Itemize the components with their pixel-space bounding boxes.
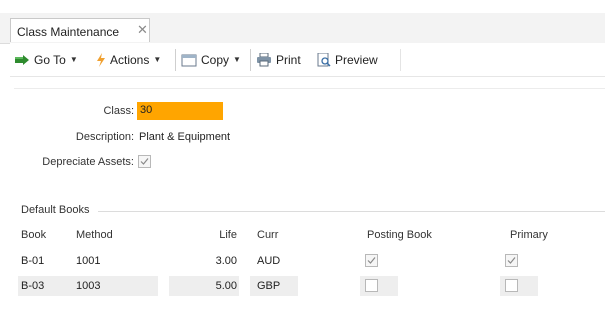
tab-label: Class Maintenance [17,25,120,39]
print-button[interactable]: Print [256,43,301,76]
depreciate-assets-label: Depreciate Assets: [42,156,134,168]
class-label: Class: [103,105,134,117]
actions-button[interactable]: Actions ▼ [96,43,161,76]
preview-label: Preview [335,52,378,67]
print-label: Print [276,52,301,67]
check-icon [507,257,516,264]
posting-book-checkbox[interactable] [365,254,378,267]
table-cell-book[interactable]: B-01 [21,255,44,267]
toolbar-separator [250,49,251,71]
arrow-right-icon [15,54,29,65]
table-cell-curr[interactable]: AUD [257,255,280,267]
col-posting-book: Posting Book [367,229,432,241]
preview-icon [317,52,331,67]
tab-class-maintenance[interactable]: Class Maintenance ✕ [10,18,150,42]
chevron-down-icon: ▼ [69,55,78,64]
table-cell-life[interactable]: 5.00 [200,280,237,292]
copy-button[interactable]: Copy ▼ [181,43,241,76]
actions-label: Actions [110,52,150,67]
group-divider [98,211,605,212]
window-top [0,0,605,13]
chevron-down-icon: ▼ [233,55,241,64]
primary-checkbox[interactable] [505,254,518,267]
check-icon [140,158,149,165]
toolbar: Go To ▼ Actions ▼ Copy ▼ Print Preview [10,43,605,77]
col-life: Life [219,229,237,241]
col-book: Book [21,229,47,241]
class-input[interactable]: 30 [137,102,223,120]
toolbar-separator [400,49,401,71]
preview-button[interactable]: Preview [317,43,378,76]
table-cell-book[interactable]: B-03 [21,280,44,292]
table-cell-method[interactable]: 1003 [76,280,100,292]
table-cell-life[interactable]: 3.00 [200,255,237,267]
table-cell-curr[interactable]: GBP [257,280,280,292]
col-method: Method [76,229,113,241]
primary-checkbox[interactable] [505,279,518,292]
default-books-title: Default Books [21,204,90,216]
col-curr: Curr [257,229,279,241]
divider [14,88,605,89]
goto-label: Go To [34,52,66,67]
posting-book-checkbox[interactable] [365,279,378,292]
copy-icon [181,54,197,66]
description-value[interactable]: Plant & Equipment [139,131,230,143]
copy-label: Copy [201,52,230,67]
printer-icon [257,52,271,66]
table-cell-method[interactable]: 1001 [76,255,100,267]
chevron-down-icon: ▼ [153,55,162,64]
lightning-icon [97,52,105,67]
description-label: Description: [75,131,134,143]
depreciate-assets-checkbox[interactable] [138,155,151,168]
col-primary: Primary [510,229,548,241]
close-icon[interactable]: ✕ [137,22,148,38]
goto-button[interactable]: Go To ▼ [14,43,78,76]
check-icon [367,257,376,264]
toolbar-separator [175,49,176,71]
